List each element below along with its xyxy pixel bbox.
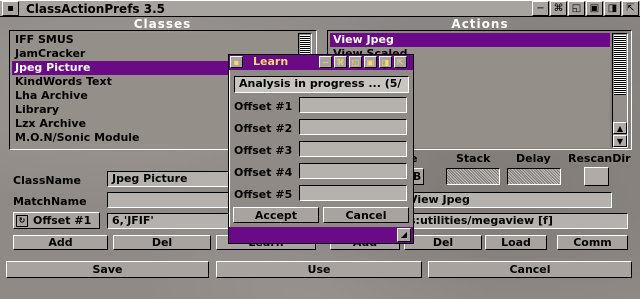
actions-group-label: Actions — [451, 17, 509, 31]
action-del-button[interactable]: Del — [404, 235, 482, 250]
stack-field[interactable] — [446, 168, 500, 185]
learn-zoom-icon[interactable]: ◱ — [349, 56, 362, 68]
learn-window[interactable]: ▪ Learn − ⌘ ◱ ▣ ◨ ⇱ Analysis in progress… — [228, 54, 414, 244]
offset-cycle-label: Offset #1 — [33, 214, 92, 227]
offset-field[interactable]: 6,'JFIF' — [107, 213, 229, 229]
delay-field[interactable] — [507, 168, 561, 185]
learn-offset-label: Offset #4 — [234, 166, 293, 179]
class-item[interactable]: IFF SMUS — [12, 33, 297, 47]
learn-statusbar: ◢ — [229, 227, 413, 243]
arrow-down-icon[interactable]: ▼ — [613, 135, 627, 147]
depth-icon[interactable]: ▣ — [586, 1, 603, 16]
learn-cancel-button[interactable]: Cancel — [323, 207, 409, 223]
action-name-field[interactable]: View Jpeg — [398, 192, 612, 208]
tool-icon[interactable]: ⌘ — [550, 1, 567, 16]
save-button[interactable]: Save — [6, 261, 209, 278]
zoom-icon[interactable]: ◱ — [568, 1, 585, 16]
depth-back-icon[interactable]: ◨ — [604, 1, 621, 16]
rescandir-checkbox[interactable] — [584, 167, 609, 186]
learn-offset-field[interactable] — [299, 97, 407, 113]
classname-label: ClassName — [13, 174, 81, 187]
learn-offset-label: Offset #1 — [234, 100, 293, 113]
stack-label: Stack — [456, 152, 491, 165]
classname-field[interactable]: Jpeg Picture — [107, 171, 229, 187]
snapshot-icon[interactable]: ⇱ — [622, 1, 639, 16]
learn-snapshot-icon[interactable]: ⇱ — [394, 56, 407, 68]
actions-scrollbar[interactable]: ▲ ▼ — [612, 33, 628, 148]
learn-titlebar[interactable]: ▪ Learn − ⌘ ◱ ▣ ◨ ⇱ — [229, 55, 413, 70]
matchname-field[interactable] — [107, 192, 229, 208]
matchname-label: MatchName — [13, 195, 87, 208]
learn-offset-field[interactable] — [299, 163, 407, 179]
rescandir-label: RescanDir — [568, 152, 631, 165]
learn-offset-label: Offset #3 — [234, 144, 293, 157]
learn-offset-field[interactable] — [299, 141, 407, 157]
classes-scroll-thumb[interactable] — [300, 35, 310, 55]
learn-depth-icon[interactable]: ▣ — [364, 56, 377, 68]
cycle-icon: ↻ — [16, 214, 28, 227]
delay-label: Delay — [516, 152, 551, 165]
comm-button[interactable]: Comm — [557, 235, 628, 250]
learn-offset-field[interactable] — [299, 119, 407, 135]
offset-cycle-button[interactable]: ↻ Offset #1 — [13, 212, 100, 229]
learn-status-field: Analysis in progress ... (5/ — [234, 76, 409, 93]
cancel-button[interactable]: Cancel — [428, 261, 632, 278]
close-icon[interactable]: ▪ — [2, 1, 19, 16]
command-field[interactable]: s:utilities/megaview [f] — [398, 213, 628, 229]
learn-tool-icon[interactable]: ⌘ — [334, 56, 347, 68]
load-button[interactable]: Load — [485, 235, 547, 250]
learn-offset-label: Offset #5 — [234, 188, 293, 201]
class-add-button[interactable]: Add — [13, 235, 108, 250]
window-titlebar[interactable]: ▪ ClassActionPrefs 3.5 − ⌘ ◱ ▣ ◨ ⇱ — [0, 0, 640, 17]
window-title: ClassActionPrefs 3.5 — [26, 2, 165, 16]
learn-accept-button[interactable]: Accept — [233, 207, 319, 223]
action-item-selected[interactable]: View Jpeg — [330, 33, 610, 47]
iconify-icon[interactable]: − — [532, 1, 549, 16]
actions-scroll-thumb[interactable] — [614, 35, 626, 95]
classes-group-label: Classes — [133, 17, 192, 31]
resize-icon[interactable]: ◢ — [397, 228, 411, 242]
learn-offset-field[interactable] — [299, 185, 407, 201]
use-button[interactable]: Use — [216, 261, 422, 278]
learn-close-icon[interactable]: ▪ — [230, 56, 243, 68]
learn-offset-label: Offset #2 — [234, 122, 293, 135]
learn-title: Learn — [253, 55, 289, 68]
learn-depth-back-icon[interactable]: ◨ — [379, 56, 392, 68]
class-del-button[interactable]: Del — [113, 235, 211, 250]
learn-iconify-icon[interactable]: − — [319, 56, 332, 68]
arrow-up-icon[interactable]: ▲ — [613, 122, 627, 134]
